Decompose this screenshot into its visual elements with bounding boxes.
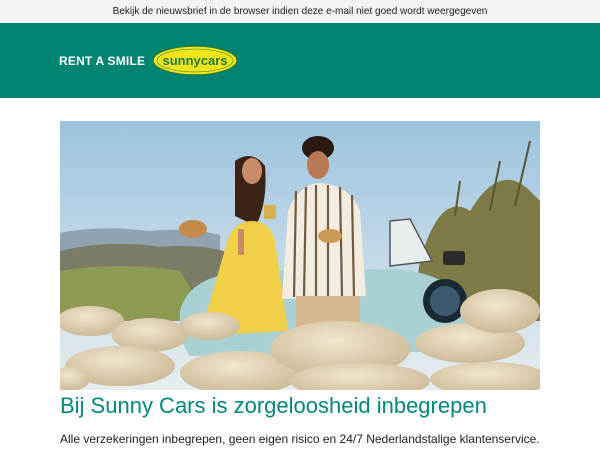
intro-text: Alle verzekeringen inbegrepen, geen eige… [60, 432, 540, 446]
brand-header: RENT A SMILE sunnycars [0, 23, 600, 98]
logo-text: sunnycars [163, 53, 228, 68]
preheader-bar: Bekijk de nieuwsbrief in de browser indi… [0, 0, 600, 23]
hero-photo [60, 121, 540, 390]
headline: Bij Sunny Cars is zorgeloosheid inbegrep… [60, 393, 487, 418]
brand-tagline: RENT A SMILE [59, 53, 146, 68]
sunnycars-logo[interactable]: sunnycars [152, 45, 238, 76]
view-in-browser-link[interactable]: Bekijk de nieuwsbrief in de browser indi… [113, 6, 488, 17]
